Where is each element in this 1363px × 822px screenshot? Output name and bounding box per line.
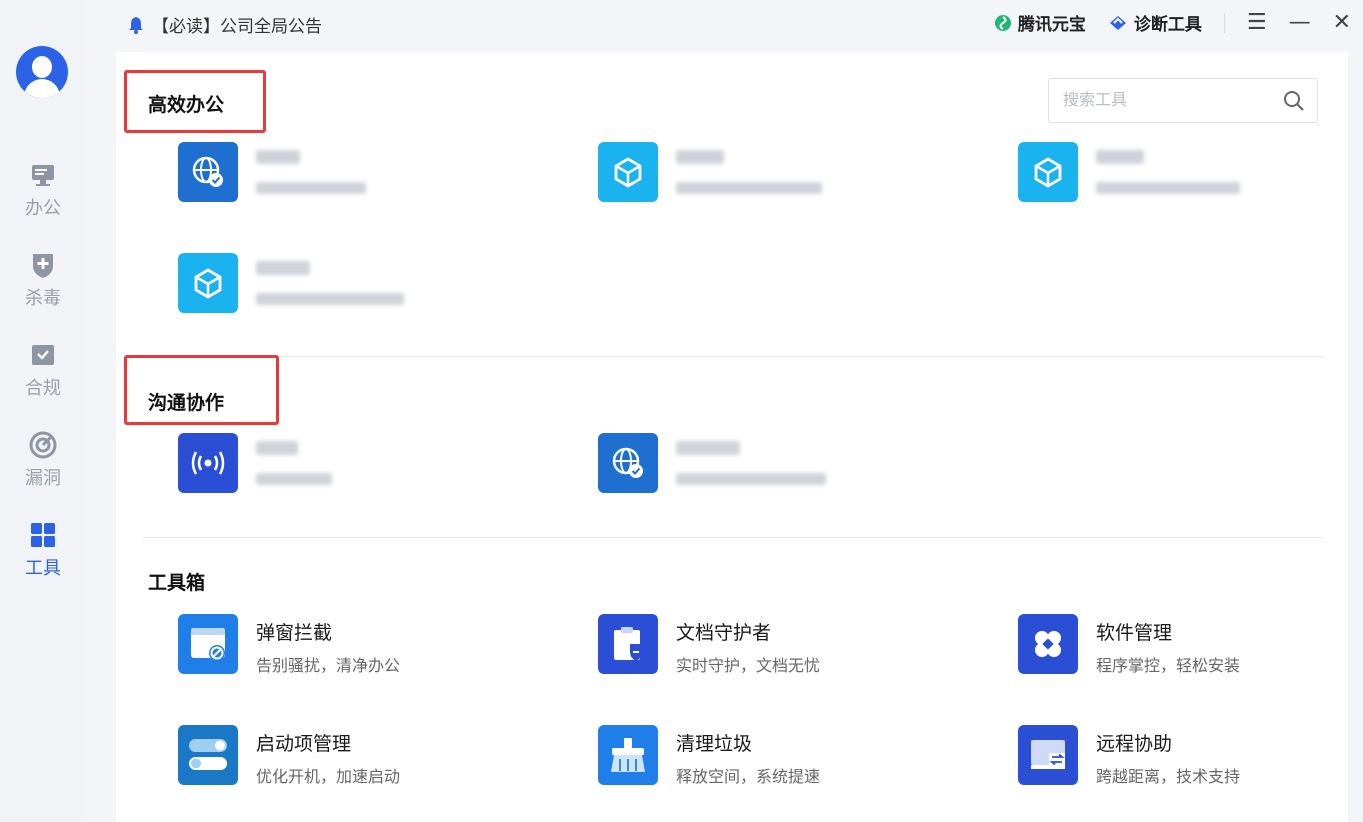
yuanbao-icon — [994, 14, 1011, 31]
shield-plus-icon — [33, 254, 53, 278]
broadcast-icon — [178, 433, 238, 493]
sidebar-item-compliance[interactable]: 合规 — [0, 340, 86, 410]
search-input[interactable] — [1063, 90, 1263, 109]
yuanbao-label: 腾讯元宝 — [1017, 15, 1086, 35]
tool-document-guard[interactable]: 文档守护者 实时守护，文档无忧 — [598, 614, 978, 678]
monitor-icon — [32, 165, 54, 186]
tools-panel: 高效办公 沟通协作 — [116, 52, 1348, 822]
section-title-toolbox: 工具箱 — [148, 572, 206, 594]
search-box — [1048, 78, 1318, 123]
sidebar-item-label: 办公 — [25, 198, 61, 219]
tool-startup-manage[interactable]: 启动项管理 优化开机，加速启动 — [178, 725, 558, 789]
globe-check-icon — [178, 142, 238, 202]
sidebar-item-label: 漏洞 — [25, 468, 61, 489]
sidebar-item-antivirus[interactable]: 杀毒 — [0, 250, 86, 320]
broom-icon — [598, 725, 658, 785]
collab-tool-2[interactable] — [598, 433, 978, 497]
diagnose-icon — [1109, 15, 1126, 30]
office-tool-1[interactable] — [178, 142, 558, 206]
diagnose-tool-link[interactable]: 诊断工具 — [1108, 10, 1202, 35]
radar-icon — [29, 431, 57, 459]
minimize-icon[interactable]: — — [1289, 10, 1311, 35]
check-box-icon — [32, 345, 54, 365]
popup-block-icon — [178, 614, 238, 674]
sidebar-item-vulnerability[interactable]: 漏洞 — [0, 430, 86, 500]
cube-icon — [598, 142, 658, 202]
section-divider — [142, 356, 1324, 357]
tool-name: 远程协助 — [1096, 733, 1173, 755]
tool-desc: 告别骚扰，清净办公 — [256, 656, 401, 675]
tool-remote-assist[interactable]: 远程协助 跨越距离，技术支持 — [1018, 725, 1363, 789]
announcement-link[interactable]: 【必读】公司全局公告 — [128, 12, 322, 37]
cube-icon — [1018, 142, 1078, 202]
yuanbao-link[interactable]: 腾讯元宝 — [994, 10, 1086, 35]
user-avatar[interactable] — [16, 46, 68, 98]
section-title-office: 高效办公 — [148, 94, 225, 116]
tool-name: 弹窗拦截 — [256, 622, 333, 644]
menu-icon[interactable]: ☰ — [1247, 10, 1267, 35]
tool-desc: 释放空间，系统提速 — [676, 767, 821, 786]
collab-tool-1[interactable] — [178, 433, 558, 497]
tool-popup-block[interactable]: 弹窗拦截 告别骚扰，清净办公 — [178, 614, 558, 678]
tool-software-manage[interactable]: 软件管理 程序掌控，轻松安装 — [1018, 614, 1363, 678]
tool-desc: 程序掌控，轻松安装 — [1096, 656, 1241, 675]
cube-icon — [178, 253, 238, 313]
tool-name: 启动项管理 — [256, 733, 352, 755]
bell-icon — [129, 16, 143, 34]
sidebar-item-office[interactable]: 办公 — [0, 160, 86, 230]
software-manage-icon — [1018, 614, 1078, 674]
close-icon[interactable]: ✕ — [1333, 10, 1351, 35]
remote-assist-icon — [1018, 725, 1078, 785]
sidebar-item-tools[interactable]: 工具 — [0, 520, 86, 590]
globe-check-icon — [598, 433, 658, 493]
tool-clean-junk[interactable]: 清理垃圾 释放空间，系统提速 — [598, 725, 978, 789]
grid-icon — [31, 523, 55, 547]
section-divider — [142, 537, 1324, 538]
startup-toggle-icon — [178, 725, 238, 785]
left-sidebar: 办公 杀毒 合规 漏洞 工具 — [0, 0, 86, 822]
tool-desc: 跨越距离，技术支持 — [1096, 767, 1241, 786]
office-tool-4[interactable] — [178, 253, 558, 317]
tool-name: 文档守护者 — [676, 622, 772, 644]
announcement-text: 【必读】公司全局公告 — [152, 17, 322, 37]
sidebar-item-label: 合规 — [25, 378, 61, 399]
sidebar-item-label: 杀毒 — [25, 288, 61, 309]
office-tool-3[interactable] — [1018, 142, 1363, 206]
diagnose-label: 诊断工具 — [1133, 15, 1202, 35]
top-bar: 【必读】公司全局公告 腾讯元宝 诊断工具 ☰ — ✕ — [86, 0, 1363, 48]
document-guard-icon — [598, 614, 658, 674]
tool-desc: 实时守护，文档无忧 — [676, 656, 821, 675]
section-title-collab: 沟通协作 — [148, 392, 225, 414]
tool-name: 清理垃圾 — [676, 733, 753, 755]
divider — [1223, 12, 1225, 33]
search-icon[interactable] — [1283, 90, 1305, 112]
tool-name: 软件管理 — [1096, 622, 1173, 644]
office-tool-2[interactable] — [598, 142, 978, 206]
sidebar-item-label: 工具 — [25, 558, 61, 579]
tool-desc: 优化开机，加速启动 — [256, 767, 401, 786]
